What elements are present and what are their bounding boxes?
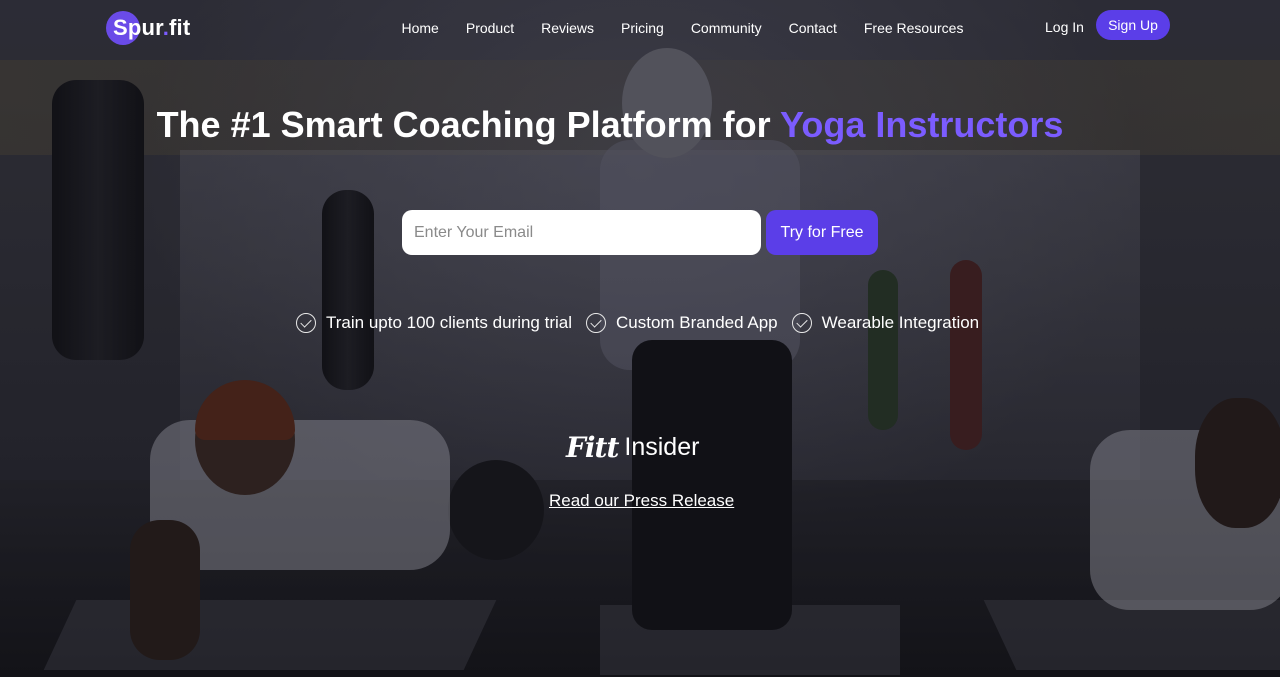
logo-text-part2: fit	[169, 15, 191, 40]
press-logo-part2: Insider	[624, 432, 700, 461]
try-for-free-button[interactable]: Try for Free	[766, 210, 878, 255]
nav-link-reviews[interactable]: Reviews	[541, 20, 594, 36]
headline-accent: Yoga Instructors	[780, 104, 1064, 145]
fitt-insider-logo: Fitt Insider	[566, 430, 699, 464]
feature-text: Wearable Integration	[821, 313, 980, 332]
nav-link-contact[interactable]: Contact	[789, 20, 837, 36]
press-logo-part1: Fitt	[566, 430, 619, 464]
signup-button[interactable]: Sign Up	[1096, 10, 1170, 40]
nav-links: Home Product Reviews Pricing Community C…	[388, 0, 977, 56]
nav-link-community[interactable]: Community	[691, 20, 762, 36]
nav-link-product[interactable]: Product	[466, 20, 514, 36]
spurfit-logo[interactable]: Spur.fit	[106, 10, 190, 46]
check-circle-icon	[586, 313, 607, 333]
nav-link-home[interactable]: Home	[402, 20, 439, 36]
nav-link-pricing[interactable]: Pricing	[621, 20, 664, 36]
check-circle-icon	[791, 313, 812, 333]
login-link[interactable]: Log In	[1045, 19, 1084, 35]
feature-item: Custom Branded App	[586, 313, 778, 333]
feature-item: Wearable Integration	[791, 313, 980, 333]
feature-text: Train upto 100 clients during trial	[326, 313, 573, 332]
hero-background-image	[0, 0, 1280, 677]
hero-headline: The #1 Smart Coaching Platform for Yoga …	[0, 104, 1220, 146]
headline-prefix: The #1 Smart Coaching Platform for	[156, 104, 781, 145]
press-release-link[interactable]: Read our Press Release	[549, 491, 734, 511]
feature-list: Train upto 100 clients during trial Cust…	[296, 310, 993, 336]
email-input[interactable]	[402, 210, 761, 255]
feature-text: Custom Branded App	[616, 313, 778, 332]
top-navbar: Spur.fit Home Product Reviews Pricing Co…	[0, 0, 1280, 56]
logo-text-part1: Spur	[113, 15, 163, 40]
nav-link-free-resources[interactable]: Free Resources	[864, 20, 964, 36]
check-circle-icon	[296, 313, 316, 333]
feature-item: Train upto 100 clients during trial	[296, 313, 572, 333]
